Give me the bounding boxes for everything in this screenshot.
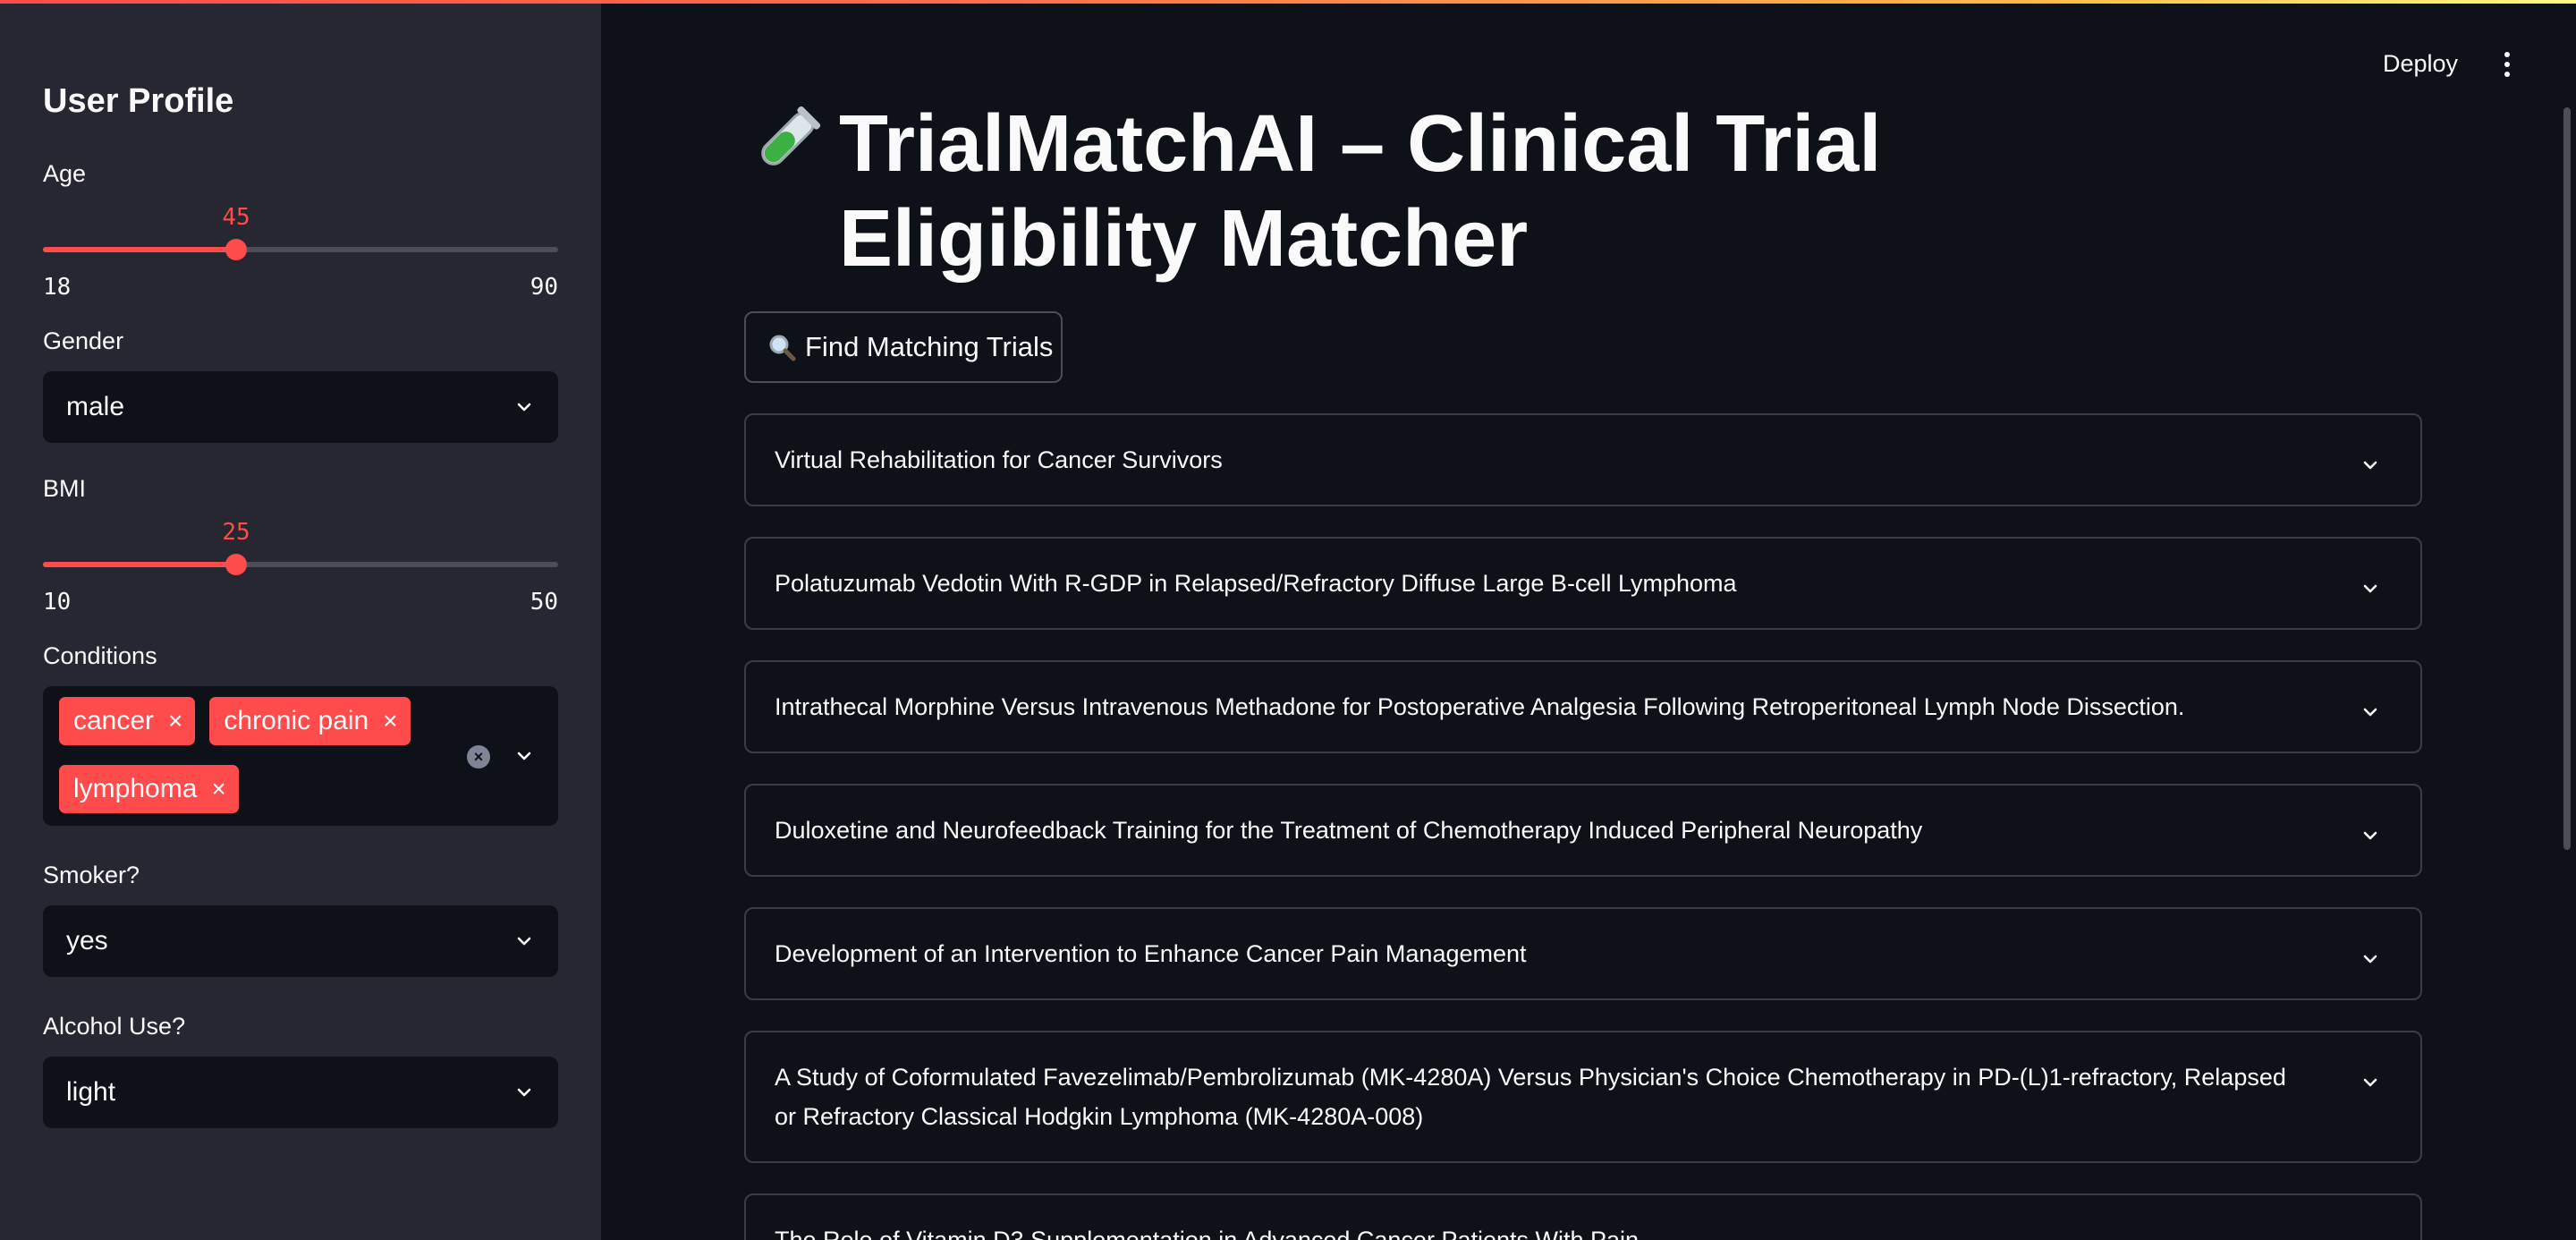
smoker-select-value: yes	[66, 926, 108, 955]
condition-chip: chronic pain ×	[209, 697, 411, 745]
find-button-label: Find Matching Trials	[805, 331, 1054, 362]
trial-title: The Role of Vitamin D3 Supplementation i…	[775, 1227, 1640, 1240]
age-slider-track[interactable]	[43, 247, 558, 252]
chevron-down-icon	[2361, 703, 2379, 721]
gender-select-value: male	[66, 392, 125, 421]
trial-title: Virtual Rehabilitation for Cancer Surviv…	[775, 446, 1223, 473]
bmi-slider-fill	[43, 562, 236, 567]
sidebar-title: User Profile	[43, 82, 234, 120]
conditions-label: Conditions	[43, 642, 157, 669]
chevron-down-icon	[2361, 1074, 2379, 1091]
age-slider-fill	[43, 247, 236, 252]
bmi-slider-track[interactable]	[43, 562, 558, 567]
age-slider-min: 18	[43, 274, 72, 301]
age-field: Age 45 18 90	[43, 160, 558, 301]
chevron-down-icon	[515, 932, 533, 950]
chevron-down-icon	[2361, 580, 2379, 598]
smoker-select[interactable]: yes	[43, 905, 558, 977]
page-title: TrialMatchAI – Clinical Trial Eligibilit…	[744, 97, 2193, 286]
trial-title: Polatuzumab Vedotin With R-GDP in Relaps…	[775, 570, 1737, 597]
alcohol-label: Alcohol Use?	[43, 1013, 186, 1040]
trial-expander[interactable]: Virtual Rehabilitation for Cancer Surviv…	[744, 413, 2422, 506]
chevron-down-icon	[2361, 1236, 2379, 1240]
condition-chip: lymphoma ×	[59, 765, 239, 813]
trial-expander[interactable]: A Study of Coformulated Favezelimab/Pemb…	[744, 1031, 2422, 1163]
trial-expander[interactable]: Development of an Intervention to Enhanc…	[744, 907, 2422, 1000]
remove-chip-icon[interactable]: ×	[168, 709, 182, 734]
remove-chip-icon[interactable]: ×	[211, 777, 225, 802]
bmi-slider-thumb[interactable]	[225, 554, 247, 575]
chevron-down-icon[interactable]	[515, 747, 533, 765]
scrollbar[interactable]	[2563, 107, 2571, 850]
age-label: Age	[43, 160, 87, 187]
age-slider-max: 90	[530, 274, 558, 301]
trial-title: Development of an Intervention to Enhanc…	[775, 940, 1527, 967]
deploy-button[interactable]: Deploy	[2383, 50, 2458, 78]
chevron-down-icon	[515, 398, 533, 416]
trial-expander[interactable]: Intrathecal Morphine Versus Intravenous …	[744, 660, 2422, 753]
condition-chip: cancer ×	[59, 697, 196, 745]
sidebar: User Profile Age 45 18 90 Gender male BM…	[0, 0, 601, 1240]
alcohol-select-value: light	[66, 1077, 116, 1107]
trial-title: A Study of Coformulated Favezelimab/Pemb…	[775, 1064, 2286, 1130]
chevron-down-icon	[2361, 456, 2379, 474]
app: User Profile Age 45 18 90 Gender male BM…	[0, 0, 2576, 1240]
trial-title: Duloxetine and Neurofeedback Training fo…	[775, 817, 1923, 844]
page-title-text: TrialMatchAI – Clinical Trial Eligibilit…	[839, 99, 1882, 284]
bmi-slider-value: 25	[222, 519, 250, 546]
trial-expander[interactable]: Polatuzumab Vedotin With R-GDP in Relaps…	[744, 537, 2422, 630]
condition-chip-label: cancer	[73, 706, 155, 735]
bmi-field: BMI 25 10 50	[43, 475, 558, 616]
condition-chip-label: chronic pain	[224, 706, 369, 735]
gender-field: Gender male	[43, 327, 558, 443]
conditions-field: Conditions cancer × chronic pain × lymph…	[43, 642, 558, 826]
find-matching-trials-button[interactable]: Find Matching Trials	[744, 311, 1063, 383]
trial-title: Intrathecal Morphine Versus Intravenous …	[775, 693, 2185, 720]
clear-all-icon[interactable]: ×	[467, 745, 490, 769]
bmi-slider[interactable]: 25 10 50	[43, 503, 558, 616]
trial-list: Virtual Rehabilitation for Cancer Surviv…	[744, 413, 2422, 1240]
smoker-field: Smoker? yes	[43, 862, 558, 977]
trial-expander[interactable]: Duloxetine and Neurofeedback Training fo…	[744, 784, 2422, 877]
gender-select[interactable]: male	[43, 371, 558, 443]
alcohol-select[interactable]: light	[43, 1057, 558, 1128]
age-slider[interactable]: 45 18 90	[43, 188, 558, 301]
main-content: TrialMatchAI – Clinical Trial Eligibilit…	[744, 97, 2422, 1240]
top-decoration-bar	[0, 0, 2576, 4]
test-tube-icon	[744, 104, 823, 193]
age-slider-thumb[interactable]	[225, 239, 247, 260]
bmi-label: BMI	[43, 475, 87, 502]
chevron-down-icon	[2361, 827, 2379, 845]
bmi-slider-min: 10	[43, 589, 72, 616]
chevron-down-icon	[515, 1083, 533, 1101]
bmi-slider-max: 50	[530, 589, 558, 616]
alcohol-field: Alcohol Use? light	[43, 1013, 558, 1128]
gender-label: Gender	[43, 327, 124, 354]
condition-chip-label: lymphoma	[73, 774, 198, 803]
magnifying-glass-icon	[769, 335, 796, 361]
age-slider-value: 45	[222, 204, 250, 231]
trial-expander[interactable]: The Role of Vitamin D3 Supplementation i…	[744, 1193, 2422, 1240]
smoker-label: Smoker?	[43, 862, 140, 888]
kebab-menu-icon[interactable]	[2494, 48, 2521, 81]
chevron-down-icon	[2361, 950, 2379, 968]
conditions-multiselect[interactable]: cancer × chronic pain × lymphoma × ×	[43, 686, 558, 826]
remove-chip-icon[interactable]: ×	[383, 709, 397, 734]
